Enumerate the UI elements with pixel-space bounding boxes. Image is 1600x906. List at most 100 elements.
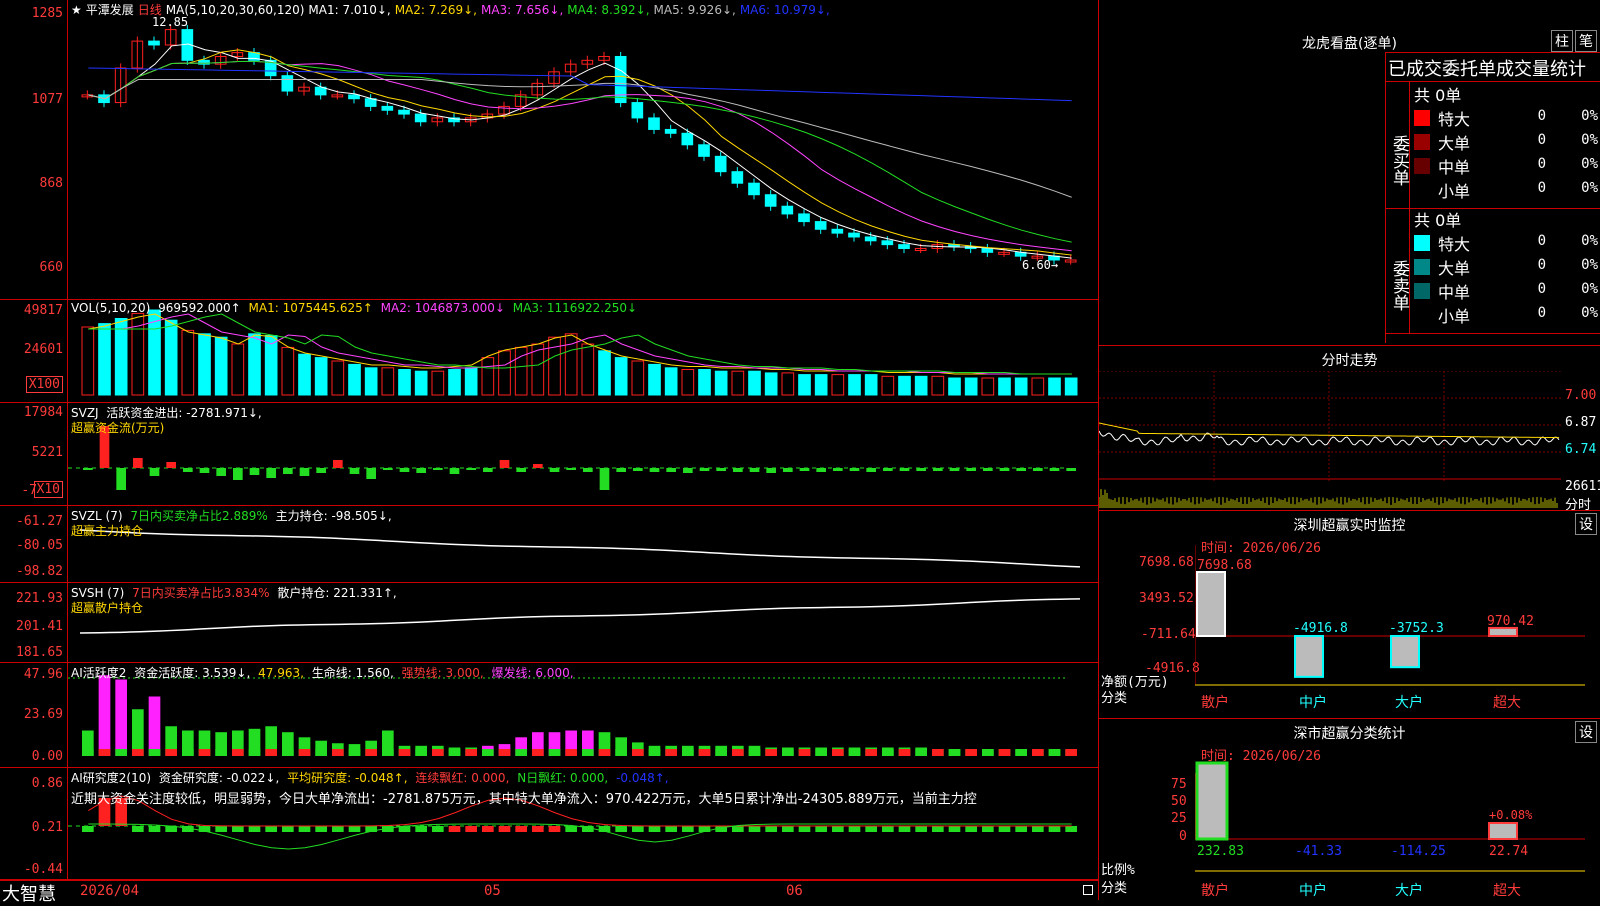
svzj-bar — [116, 468, 126, 490]
lhb-title: 龙虎看盘(逐单) — [1302, 36, 1397, 52]
monitor-bar-label: -3752.3 — [1389, 621, 1444, 636]
volume-bar — [781, 372, 795, 396]
sell-row-label: 大单 — [1438, 259, 1471, 278]
monitor-settings-button[interactable]: 设 — [1575, 513, 1597, 535]
buy-color-swatch — [1414, 134, 1430, 150]
y-tick: 75 — [1171, 777, 1187, 792]
activity-base — [548, 749, 561, 756]
research-bar — [315, 826, 327, 832]
volume-bar — [381, 367, 395, 396]
svzl-y-axis: -61.27 -80.05 -98.82 — [0, 506, 68, 582]
activity-base — [365, 749, 377, 756]
bar-mode-button[interactable]: 柱 — [1551, 30, 1573, 52]
ma-line — [88, 67, 1072, 102]
y-tick: 201.41 — [16, 619, 63, 634]
svzj-bar — [433, 468, 443, 470]
buy-row-label: 小单 — [1438, 182, 1471, 201]
intraday-panel[interactable]: 分时走势 7.00 6.87 6.74 26611 分时 — [1098, 345, 1600, 513]
svzj-bar — [533, 464, 543, 468]
volume-bar — [81, 326, 95, 396]
ai1-lifeline: 生命线: 1.560, — [311, 666, 394, 680]
research-bar — [948, 826, 961, 832]
svzl-ratio: 7日内买卖净占比2.889% — [130, 509, 268, 523]
sell-color-swatch — [1414, 235, 1430, 251]
y-tick: 7.00 — [1565, 388, 1597, 403]
activity-base — [815, 749, 827, 756]
intraday-chart[interactable] — [1099, 371, 1600, 511]
activity-base — [432, 749, 444, 756]
research-bar — [732, 826, 744, 832]
y-tick: -61.27 — [16, 514, 63, 529]
y-tick: -711.64 — [1141, 627, 1196, 642]
monitor-panel: 深圳超赢实时监控 设 时间: 2026/06/26 7698.68 3493.5… — [1098, 510, 1600, 718]
buy-row-percent: 0% — [1581, 156, 1598, 172]
lock-icon[interactable] — [1083, 885, 1093, 895]
svzj-pane[interactable]: 17984 5221 -7 X10 SVZJ 活跃资金进出: -2781.971… — [0, 403, 1098, 506]
kline-pane[interactable]: 1285 1077 868 660 ★ 平潭发展 日线 MA(5,10,20,30,6… — [0, 0, 1098, 300]
buy-section: 委买单 共 0单 特大 0 0% 大单 0 0% 中单 0 0% 小单 0 0% — [1386, 81, 1600, 209]
ai-research-pane[interactable]: 0.86 0.21 -0.44 AI研究度2(10) 资金研究度: -0.022… — [0, 768, 1098, 880]
svzl-pane[interactable]: -61.27 -80.05 -98.82 SVZL (7) 7日内买卖净占比2.… — [0, 506, 1098, 583]
ai1-activity: 资金活跃度: 3.539↓, — [134, 666, 251, 680]
volume-bar — [631, 360, 645, 396]
ai2-research: 资金研究度: -0.022↓, — [158, 771, 280, 785]
volume-bar — [481, 357, 495, 396]
svzj-bar — [566, 468, 576, 470]
candle — [881, 240, 894, 246]
buy-color-swatch — [1414, 158, 1430, 174]
research-bar — [148, 826, 161, 832]
ma-line — [88, 60, 1072, 252]
activity-base — [598, 749, 611, 756]
ma-value-3: MA3: 7.656↓, — [480, 3, 564, 17]
buy-row-percent: 0% — [1581, 180, 1598, 196]
activity-base — [798, 749, 811, 756]
monitor-category-label: 超大 — [1493, 695, 1521, 711]
classify-panel: 深市超赢分类统计 设 时间: 2026/06/26 75 50 25 0 +0.… — [1098, 718, 1600, 900]
y-tick: 7698.68 — [1139, 555, 1194, 570]
volume-bar — [498, 350, 511, 396]
classify-value-label: -114.25 — [1391, 844, 1446, 859]
app-logo[interactable]: 大智慧 — [2, 880, 56, 906]
classify-category-label: 中户 — [1299, 882, 1327, 899]
ai-activity-pane[interactable]: 47.96 23.69 0.00 AI活跃度2 资金活跃度: 3.539↓, 4… — [0, 663, 1098, 768]
svzj-bar — [583, 468, 593, 472]
svzj-bar — [416, 468, 426, 473]
y-tick: 5221 — [31, 445, 63, 460]
volume-bar — [964, 377, 978, 396]
kline-chart[interactable] — [68, 0, 1098, 300]
stock-name[interactable]: 平潭发展 — [86, 3, 134, 17]
volume-pane[interactable]: 49817 24601 X100 VOL(5,10,20) 969592.000… — [0, 300, 1098, 403]
monitor-chart[interactable]: 7698.68 散户 -4916.8 中户 -3752.3 大户 970.42 超大 — [1195, 535, 1595, 715]
volume-bar — [1031, 377, 1045, 396]
volume-chart[interactable] — [68, 300, 1098, 403]
research-bar — [215, 826, 227, 832]
volume-bar — [748, 370, 761, 396]
monitor-category-label: 大户 — [1395, 694, 1423, 711]
candle — [348, 94, 360, 100]
monitor-title: 深圳超赢实时监控 — [1293, 518, 1406, 534]
y-tick: 24601 — [23, 342, 63, 357]
svzj-bar — [616, 468, 626, 472]
svsh-pane[interactable]: 221.93 201.41 181.65 SVSH (7) 7日内买卖净占比3.… — [0, 583, 1098, 663]
classify-settings-button[interactable]: 设 — [1575, 721, 1597, 743]
classify-chart[interactable]: +0.08% 232.83 散户 -41.33 中户 -114.25 大户 22.74 超大 — [1195, 743, 1595, 901]
classify-xlabel: 分类 — [1101, 881, 1128, 896]
research-bar — [498, 826, 511, 832]
volume-bar — [698, 369, 711, 396]
monitor-bar — [1294, 635, 1324, 678]
activity-base — [648, 749, 661, 756]
ma-values: MA1: 7.010↓, MA2: 7.269↓, MA3: 7.656↓, MA4:… — [308, 3, 833, 17]
svsh-ratio: 7日内买卖净占比3.834% — [132, 586, 270, 600]
svzj-bar — [333, 460, 343, 468]
ai1-y-axis: 47.96 23.69 0.00 — [0, 663, 68, 767]
svzj-bar — [633, 468, 643, 471]
volume-bar — [164, 319, 178, 396]
volume-bar — [298, 353, 311, 396]
volume-bar — [814, 374, 828, 396]
volume-bar — [98, 323, 111, 396]
svzj-bar — [716, 468, 726, 471]
research-bar — [865, 826, 877, 832]
tick-mode-button[interactable]: 笔 — [1575, 30, 1597, 52]
activity-base — [315, 749, 327, 756]
svzj-bar — [816, 468, 826, 472]
